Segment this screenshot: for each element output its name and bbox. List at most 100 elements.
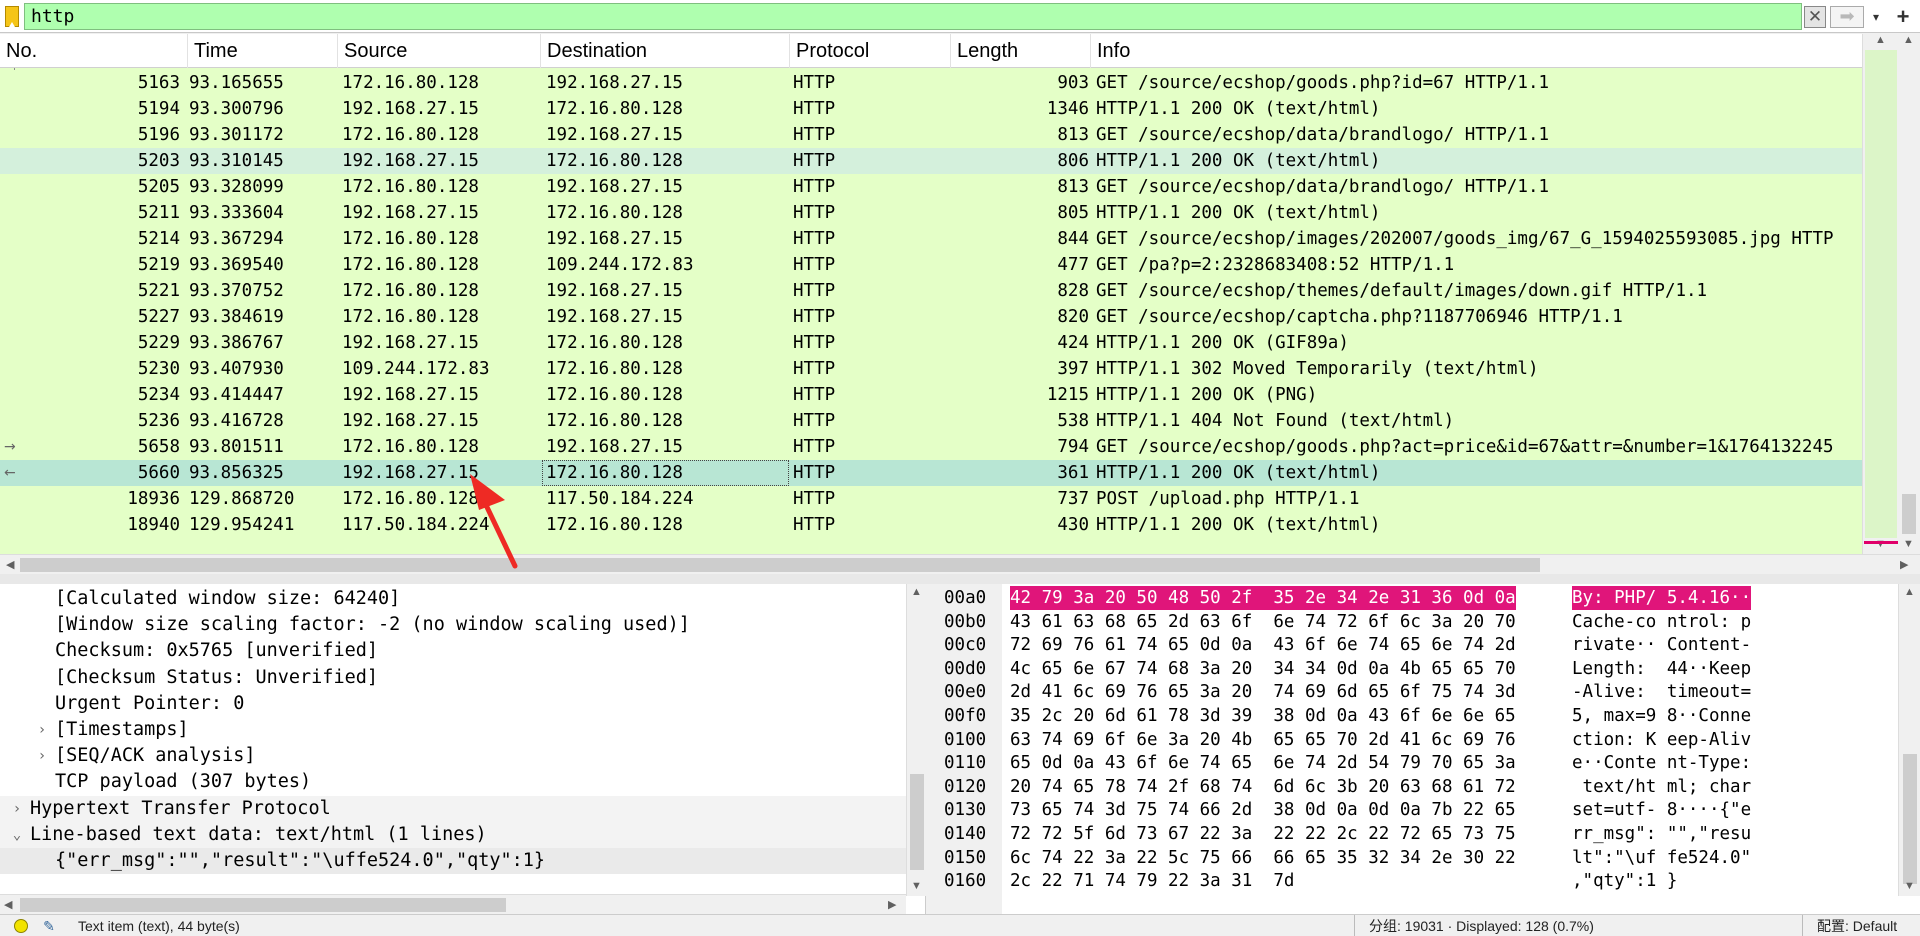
bytes-row[interactable]: 00e0 2d 41 6c 69 76 65 3a 20 74 69 6d 65 … bbox=[936, 680, 1896, 704]
bytes-ascii[interactable]: e··Conte nt-Type: bbox=[1572, 751, 1751, 775]
packet-row[interactable]: 18936 129.868720 172.16.80.128 117.50.184.2… bbox=[0, 486, 1862, 512]
bytes-hex[interactable]: 73 65 74 3d 75 74 66 2d 38 0d 0a 0d 0a 7… bbox=[1010, 798, 1516, 822]
details-scroll-left-icon[interactable]: ◀ bbox=[4, 898, 12, 911]
bytes-hex[interactable]: 35 2c 20 6d 61 78 3d 39 38 0d 0a 43 6f 6… bbox=[1010, 704, 1516, 728]
bytes-hex[interactable]: 63 74 69 6f 6e 3a 20 4b 65 65 70 2d 41 6… bbox=[1010, 728, 1516, 752]
column-header-no[interactable]: No. bbox=[0, 34, 188, 68]
bytes-vertical-scrollbar[interactable]: ▲ ▼ bbox=[1898, 584, 1920, 896]
bytes-row[interactable]: 0120 20 74 65 78 74 2f 68 74 6d 6c 3b 20 … bbox=[936, 775, 1896, 799]
bytes-row[interactable]: 0140 72 72 5f 6d 73 67 22 3a 22 22 2c 22 … bbox=[936, 822, 1896, 846]
packet-row[interactable]: 5234 93.414447 192.168.27.15 172.16.80.128 H… bbox=[0, 382, 1862, 408]
details-vertical-scrollbar[interactable]: ▲ ▼ bbox=[906, 584, 926, 896]
apply-filter-icon[interactable]: ➡ bbox=[1830, 6, 1864, 28]
bytes-ascii[interactable]: ,"qty":1 } bbox=[1572, 869, 1677, 893]
bytes-row[interactable]: 00b0 43 61 63 68 65 2d 63 6f 6e 74 72 6f … bbox=[936, 610, 1896, 634]
bytes-row[interactable]: 00c0 72 69 76 61 74 65 0d 0a 43 6f 6e 74 … bbox=[936, 633, 1896, 657]
detail-tree-item[interactable]: Checksum: 0x5765 [unverified] bbox=[0, 638, 906, 664]
bytes-ascii[interactable]: lt":"\uf fe524.0" bbox=[1572, 846, 1751, 870]
bytes-ascii[interactable]: text/ht ml; char bbox=[1572, 775, 1752, 799]
detail-tree-item[interactable]: › [Timestamps] bbox=[0, 717, 906, 743]
packet-row[interactable]: 5229 93.386767 192.168.27.15 172.16.80.128 H… bbox=[0, 330, 1862, 356]
detail-tree-item[interactable]: ⌄ Line-based text data: text/html (1 line… bbox=[0, 822, 906, 848]
scroll-right-icon[interactable]: ▶ bbox=[1900, 558, 1908, 571]
bytes-row[interactable]: 0110 65 0d 0a 43 6f 6e 74 65 6e 74 2d 54 … bbox=[936, 751, 1896, 775]
pane-splitter[interactable] bbox=[0, 574, 1920, 584]
add-filter-button-icon[interactable]: + bbox=[1890, 3, 1916, 31]
packet-list-minimap-scrollbar[interactable]: ▲ ▼ bbox=[1898, 34, 1920, 554]
bytes-hex[interactable]: 72 72 5f 6d 73 67 22 3a 22 22 2c 22 72 6… bbox=[1010, 822, 1516, 846]
packet-list-horizontal-scrollbar[interactable]: ◀ ▶ bbox=[0, 554, 1920, 574]
tree-collapse-chevron-icon[interactable]: ⌄ bbox=[10, 822, 24, 848]
packet-row[interactable]: 5221 93.370752 172.16.80.128 192.168.27.15 H… bbox=[0, 278, 1862, 304]
status-profile[interactable]: 配置: Default bbox=[1802, 915, 1897, 936]
packet-row[interactable]: 5203 93.310145 192.168.27.15 172.16.80.128 H… bbox=[0, 148, 1862, 174]
bytes-ascii[interactable]: Length: 44··Keep bbox=[1572, 657, 1751, 681]
expert-info-indicator-icon[interactable] bbox=[14, 919, 28, 933]
column-header-time[interactable]: Time bbox=[188, 34, 338, 68]
detail-tree-item[interactable]: {"err_msg":"","result":"\uffe524.0","qty… bbox=[0, 848, 906, 874]
packet-list-hscroll-thumb[interactable] bbox=[20, 558, 1540, 572]
display-filter-input[interactable]: http bbox=[24, 3, 1802, 30]
detail-tree-item[interactable]: Urgent Pointer: 0 bbox=[0, 691, 906, 717]
detail-tree-item[interactable]: › [SEQ/ACK analysis] bbox=[0, 743, 906, 769]
bytes-hex[interactable]: 72 69 76 61 74 65 0d 0a 43 6f 6e 74 65 6… bbox=[1010, 633, 1516, 657]
column-header-protocol[interactable]: Protocol bbox=[790, 34, 951, 68]
bytes-scroll-down-icon[interactable]: ▼ bbox=[1904, 880, 1915, 892]
bytes-ascii[interactable]: ction: K eep-Aliv bbox=[1572, 728, 1751, 752]
bytes-ascii[interactable]: set=utf- 8····{"e bbox=[1572, 798, 1751, 822]
packet-row[interactable]: 5660 93.856325 192.168.27.15 172.16.80.128 H… bbox=[0, 460, 1862, 486]
bytes-row[interactable]: 00d0 4c 65 6e 67 74 68 3a 20 34 34 0d 0a … bbox=[936, 657, 1896, 681]
detail-tree-item[interactable]: TCP payload (307 bytes) bbox=[0, 769, 906, 795]
bytes-scroll-up-icon[interactable]: ▲ bbox=[1904, 586, 1915, 598]
packet-row[interactable]: 5163 93.165655 172.16.80.128 192.168.27.15 H… bbox=[0, 70, 1862, 96]
bytes-hex[interactable]: 2c 22 71 74 79 22 3a 31 7d bbox=[1010, 869, 1294, 893]
bytes-hex[interactable]: 65 0d 0a 43 6f 6e 74 65 6e 74 2d 54 79 7… bbox=[1010, 751, 1516, 775]
bytes-hex[interactable]: 42 79 3a 20 50 48 50 2f 35 2e 34 2e 31 3… bbox=[1010, 586, 1516, 610]
bytes-row[interactable]: 0160 2c 22 71 74 79 22 3a 31 7d ,"qty":1 } bbox=[936, 869, 1896, 893]
column-header-length[interactable]: Length bbox=[951, 34, 1091, 68]
bytes-row[interactable]: 00f0 35 2c 20 6d 61 78 3d 39 38 0d 0a 43 … bbox=[936, 704, 1896, 728]
bytes-ascii[interactable]: -Alive: timeout= bbox=[1572, 680, 1751, 704]
packet-row[interactable]: 5236 93.416728 192.168.27.15 172.16.80.128 H… bbox=[0, 408, 1862, 434]
tree-expand-chevron-icon[interactable]: › bbox=[35, 717, 49, 743]
bytes-hex[interactable]: 2d 41 6c 69 76 65 3a 20 74 69 6d 65 6f 7… bbox=[1010, 680, 1516, 704]
detail-tree-item[interactable]: [Window size scaling factor: -2 (no wind… bbox=[0, 612, 906, 638]
clear-filter-icon[interactable]: ✕ bbox=[1804, 6, 1826, 28]
minimap-up-icon[interactable]: ▲ bbox=[1903, 34, 1914, 46]
bytes-hex[interactable]: 43 61 63 68 65 2d 63 6f 6e 74 72 6f 6c 3… bbox=[1010, 610, 1516, 634]
details-horizontal-scrollbar[interactable]: ◀ ▶ bbox=[0, 894, 906, 914]
tree-expand-chevron-icon[interactable]: › bbox=[35, 743, 49, 769]
packet-row[interactable]: 5194 93.300796 192.168.27.15 172.16.80.128 H… bbox=[0, 96, 1862, 122]
bytes-ascii[interactable]: By: PHP/ 5.4.16·· bbox=[1572, 586, 1752, 610]
bytes-ascii[interactable]: Cache-co ntrol: p bbox=[1572, 610, 1751, 634]
bytes-row[interactable]: 00a0 42 79 3a 20 50 48 50 2f 35 2e 34 2e … bbox=[936, 586, 1896, 610]
details-scroll-right-icon[interactable]: ▶ bbox=[888, 898, 896, 911]
scroll-left-icon[interactable]: ◀ bbox=[6, 558, 14, 571]
detail-tree-item[interactable]: [Checksum Status: Unverified] bbox=[0, 665, 906, 691]
details-scroll-thumb[interactable] bbox=[910, 774, 924, 870]
packet-row[interactable]: 5658 93.801511 172.16.80.128 192.168.27.15 H… bbox=[0, 434, 1862, 460]
packet-row[interactable]: 5219 93.369540 172.16.80.128 109.244.172.83… bbox=[0, 252, 1862, 278]
column-header-source[interactable]: Source bbox=[338, 34, 541, 68]
details-hscroll-thumb[interactable] bbox=[20, 898, 506, 912]
packet-row[interactable]: 18940 129.954241 117.50.184.224 172.16.80.1… bbox=[0, 512, 1862, 538]
minimap-down-icon[interactable]: ▼ bbox=[1903, 538, 1914, 550]
packet-list-scroll-thumb[interactable] bbox=[1865, 50, 1897, 538]
bytes-row[interactable]: 0100 63 74 69 6f 6e 3a 20 4b 65 65 70 2d … bbox=[936, 728, 1896, 752]
capture-comment-pencil-icon[interactable]: ✎ bbox=[40, 917, 58, 935]
minimap-thumb[interactable] bbox=[1902, 494, 1916, 534]
details-scroll-down-icon[interactable]: ▼ bbox=[911, 880, 922, 892]
bytes-hex[interactable]: 6c 74 22 3a 22 5c 75 66 66 65 35 32 34 2… bbox=[1010, 846, 1516, 870]
details-scroll-up-icon[interactable]: ▲ bbox=[911, 586, 922, 598]
scroll-down-icon[interactable]: ▼ bbox=[1875, 538, 1886, 550]
packet-row[interactable]: 5196 93.301172 172.16.80.128 192.168.27.15 H… bbox=[0, 122, 1862, 148]
scroll-up-icon[interactable]: ▲ bbox=[1875, 34, 1886, 46]
packet-row[interactable]: 5205 93.328099 172.16.80.128 192.168.27.15 H… bbox=[0, 174, 1862, 200]
packet-row[interactable]: 5211 93.333604 192.168.27.15 172.16.80.128 H… bbox=[0, 200, 1862, 226]
bytes-ascii[interactable]: rr_msg": "","resu bbox=[1572, 822, 1751, 846]
filter-history-chevron-down-icon[interactable]: ▾ bbox=[1866, 6, 1886, 28]
filter-bookmark-icon[interactable] bbox=[5, 6, 19, 27]
bytes-ascii[interactable]: 5, max=9 8··Conne bbox=[1572, 704, 1751, 728]
packet-row[interactable]: 5214 93.367294 172.16.80.128 192.168.27.15 H… bbox=[0, 226, 1862, 252]
bytes-hex[interactable]: 20 74 65 78 74 2f 68 74 6d 6c 3b 20 63 6… bbox=[1010, 775, 1516, 799]
